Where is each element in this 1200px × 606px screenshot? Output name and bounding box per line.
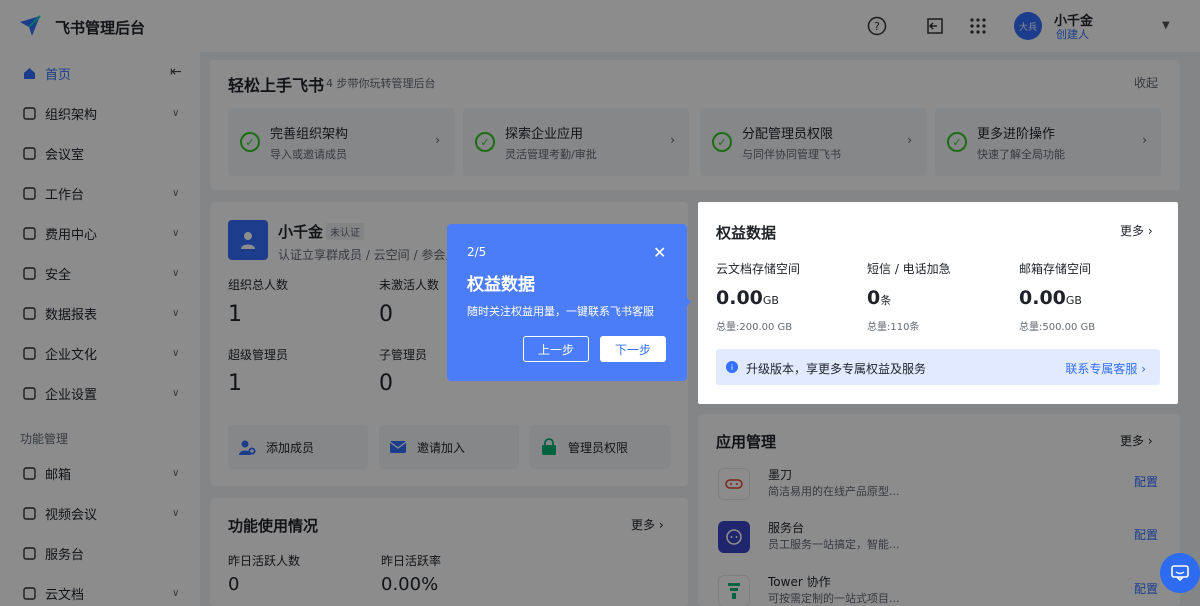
benefits-more-link[interactable]: 更多 › (1120, 222, 1153, 239)
metric-label: 云文档存储空间 (716, 262, 801, 276)
chat-icon (1171, 565, 1189, 582)
upgrade-text: 升级版本，享更多专属权益及服务 (746, 362, 927, 376)
customer-service-button[interactable] (1160, 553, 1200, 593)
tour-step-counter: 2/5 (467, 245, 487, 259)
metric-value: 0.00GB (716, 287, 779, 309)
metric-label: 短信 / 电话加急 (867, 262, 951, 276)
prev-step-button[interactable]: 上一步 (523, 336, 589, 362)
metric-value: 0条 (867, 287, 892, 309)
upgrade-banner: i 升级版本，享更多专属权益及服务 联系专属客服 › (716, 349, 1160, 385)
next-step-button[interactable]: 下一步 (600, 336, 666, 362)
contact-support-link[interactable]: 联系专属客服 › (1065, 360, 1146, 377)
metric-total: 总量:110条 (867, 322, 920, 333)
tour-title: 权益数据 (467, 275, 535, 295)
metric-label: 邮箱存储空间 (1019, 262, 1092, 276)
benefits-card: 权益数据 更多 › 云文档存储空间 0.00GB 总量:200.00 GB 短信… (698, 202, 1178, 404)
metric-total: 总量:500.00 GB (1019, 322, 1096, 333)
close-icon[interactable]: ✕ (653, 243, 666, 262)
metric-value: 0.00GB (1019, 287, 1082, 309)
benefits-title: 权益数据 (716, 224, 777, 242)
metric-total: 总量:200.00 GB (716, 322, 793, 333)
tour-desc: 随时关注权益用量，一键联系飞书客服 (467, 305, 654, 318)
tour-pointer-arrow (685, 296, 691, 308)
info-icon: i (726, 361, 738, 373)
tour-popover: 2/5 ✕ 权益数据 随时关注权益用量，一键联系飞书客服 上一步 下一步 (447, 224, 687, 381)
